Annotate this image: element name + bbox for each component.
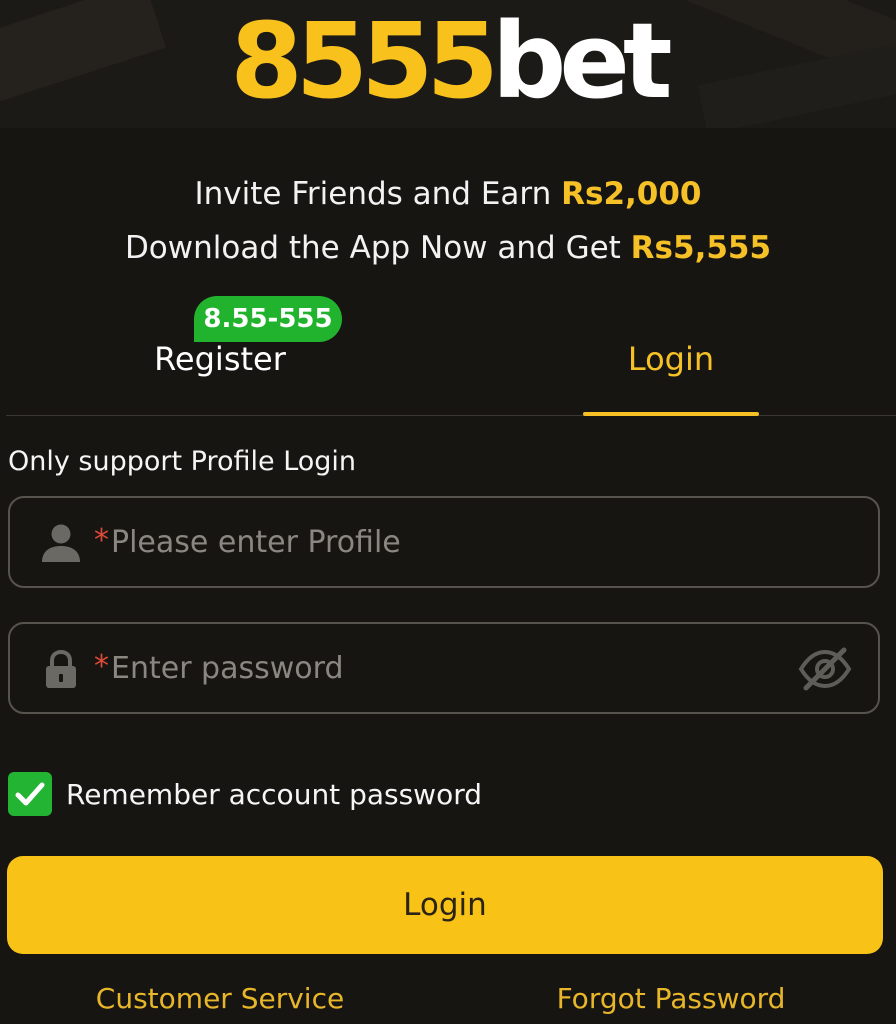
promo-download-text: Download the App Now and Get [124,230,631,266]
required-mark: * [94,523,109,558]
logo-word: bet [491,0,673,122]
profile-field[interactable]: * [8,496,880,588]
remember-checkbox[interactable] [8,772,52,816]
tab-divider [6,415,896,416]
logo-number: 8555 [230,0,498,122]
login-button[interactable]: Login [7,856,883,954]
active-tab-indicator [583,412,759,416]
promo-invite-amount: Rs2,000 [561,176,702,212]
user-icon [42,524,80,562]
password-input[interactable] [111,642,771,694]
forgot-password-link[interactable]: Forgot Password [521,982,821,1015]
tab-register[interactable]: Register [70,340,370,378]
profile-input[interactable] [111,516,771,568]
header-banner: 8555bet [0,0,896,128]
lock-icon [46,649,76,688]
required-mark: * [94,649,109,684]
eye-off-icon[interactable] [798,646,852,692]
checkmark-icon [15,782,45,806]
promo-download-amount: Rs5,555 [630,230,772,266]
tab-login[interactable]: Login [521,340,821,378]
password-field[interactable]: * [8,622,880,714]
login-support-note: Only support Profile Login [8,446,357,477]
customer-service-link[interactable]: Customer Service [70,982,370,1015]
remember-label: Remember account password [66,778,482,811]
promo-invite-text: Invite Friends and Earn [194,176,562,212]
promo-download: Download the App Now and Get Rs5,555 [0,230,896,266]
promo-invite: Invite Friends and Earn Rs2,000 [0,176,896,212]
register-bonus-badge: 8.55-555 [194,296,342,342]
brand-logo: 8555bet [0,6,896,116]
